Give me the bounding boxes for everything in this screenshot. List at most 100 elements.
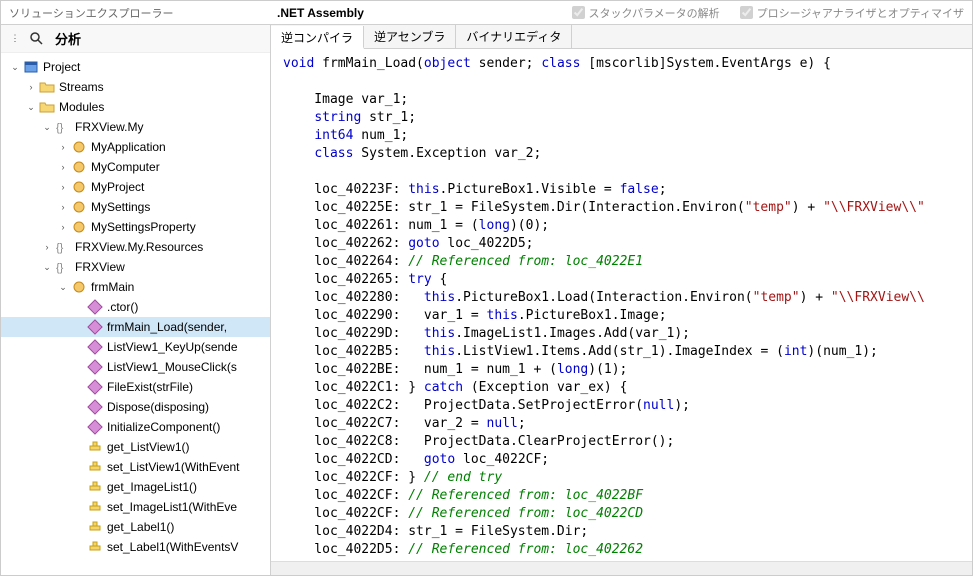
tree-node-label: MyProject — [91, 180, 270, 194]
tree-node-label: Dispose(disposing) — [107, 400, 270, 414]
assembly-title: .NET Assembly — [277, 6, 564, 20]
tree-node--ctor-[interactable]: ·.ctor() — [1, 297, 270, 317]
tree-node-mycomputer[interactable]: › MyComputer — [1, 157, 270, 177]
tree-node-label: ListView1_KeyUp(sende — [107, 340, 270, 354]
tree-node-get-imagelist1-[interactable]: ·get_ImageList1() — [1, 477, 270, 497]
prop-icon — [87, 439, 103, 455]
tree-node-frxview-my[interactable]: ⌄{} FRXView.My — [1, 117, 270, 137]
code-area[interactable]: void frmMain_Load(object sender; class [… — [271, 49, 972, 561]
svg-text:{}: {} — [56, 262, 64, 274]
tree-node-initializecomponent-[interactable]: ·InitializeComponent() — [1, 417, 270, 437]
method-icon — [87, 399, 103, 415]
project-icon — [23, 59, 39, 75]
tree-node-label: Streams — [59, 80, 270, 94]
ns-icon: {} — [55, 119, 71, 135]
sidebar-header: ⋮ 分析 — [1, 25, 270, 53]
check-proc-analyzer[interactable]: プロシージャアナライザとオプティマイザ — [740, 5, 964, 21]
chevron-right-icon[interactable]: › — [25, 82, 37, 92]
svg-text:{}: {} — [56, 122, 64, 134]
tree-node-label: MyComputer — [91, 160, 270, 174]
chevron-down-icon[interactable]: ⌄ — [57, 282, 69, 293]
tree-node-label: MySettings — [91, 200, 270, 214]
tab-2[interactable]: バイナリエディタ — [456, 25, 572, 48]
tree-node-set-imagelist1-witheve[interactable]: ·set_ImageList1(WithEve — [1, 497, 270, 517]
tree-node-label: Modules — [59, 100, 270, 114]
panel-title: ソリューションエクスプローラー — [9, 5, 269, 21]
tree-node-set-listview1-withevent[interactable]: ·set_ListView1(WithEvent — [1, 457, 270, 477]
class-icon — [71, 199, 87, 215]
tree-node-myapplication[interactable]: › MyApplication — [1, 137, 270, 157]
tree-node-label: InitializeComponent() — [107, 420, 270, 434]
tree-node-fileexist-strfile-[interactable]: ·FileExist(strFile) — [1, 377, 270, 397]
chevron-right-icon[interactable]: › — [57, 182, 69, 192]
ns-icon: {} — [55, 239, 71, 255]
check-stack-params[interactable]: スタックパラメータの解析 — [572, 5, 720, 21]
tree-node-set-label1-witheventsv[interactable]: ·set_Label1(WithEventsV — [1, 537, 270, 557]
tree-node-get-label1-[interactable]: ·get_Label1() — [1, 517, 270, 537]
chevron-right-icon[interactable]: › — [41, 242, 53, 252]
tree-node-frxview[interactable]: ⌄{}FRXView — [1, 257, 270, 277]
svg-text:{}: {} — [56, 242, 64, 254]
method-icon — [87, 419, 103, 435]
tree-node-label: get_ListView1() — [107, 440, 270, 454]
tree-node-label: MySettingsProperty — [91, 220, 270, 234]
tree-node-project[interactable]: ⌄ Project — [1, 57, 270, 77]
analysis-icon — [29, 31, 45, 47]
class-icon — [71, 139, 87, 155]
main-panel: 逆コンパイラ逆アセンブラバイナリエディタ void frmMain_Load(o… — [271, 25, 972, 575]
tree-node-streams[interactable]: › Streams — [1, 77, 270, 97]
horizontal-scrollbar[interactable] — [271, 561, 972, 575]
method-icon — [87, 379, 103, 395]
tree-node-listview1-mouseclick-s[interactable]: ·ListView1_MouseClick(s — [1, 357, 270, 377]
prop-icon — [87, 499, 103, 515]
sidebar-title: 分析 — [55, 29, 81, 48]
chevron-down-icon[interactable]: ⌄ — [41, 262, 53, 273]
tab-1[interactable]: 逆アセンブラ — [364, 25, 456, 48]
tree-node-label: ListView1_MouseClick(s — [107, 360, 270, 374]
class-icon — [71, 279, 87, 295]
folder-icon — [39, 99, 55, 115]
chevron-down-icon[interactable]: ⌄ — [9, 62, 21, 73]
chevron-right-icon[interactable]: › — [57, 222, 69, 232]
chevron-down-icon[interactable]: ⌄ — [25, 102, 37, 113]
dropdown-icon[interactable]: ⋮ — [9, 33, 21, 44]
prop-icon — [87, 519, 103, 535]
prop-icon — [87, 479, 103, 495]
tree-node-label: set_ImageList1(WithEve — [107, 500, 270, 514]
tree-node-mysettingsproperty[interactable]: › MySettingsProperty — [1, 217, 270, 237]
tree-node-frmmain-load-sender-[interactable]: ·frmMain_Load(sender, — [1, 317, 270, 337]
tree-node-label: Project — [43, 60, 270, 74]
chevron-right-icon[interactable]: › — [57, 202, 69, 212]
class-icon — [71, 159, 87, 175]
solution-explorer: ⋮ 分析 ⌄Project›Streams⌄Modules⌄{}FRXView.… — [1, 25, 271, 575]
tree-node-label: set_ListView1(WithEvent — [107, 460, 270, 474]
tree-node-myproject[interactable]: › MyProject — [1, 177, 270, 197]
tree-node-mysettings[interactable]: › MySettings — [1, 197, 270, 217]
tree-node-frmmain[interactable]: ⌄frmMain — [1, 277, 270, 297]
tree-node-get-listview1-[interactable]: ·get_ListView1() — [1, 437, 270, 457]
tree-node-modules[interactable]: ⌄ Modules — [1, 97, 270, 117]
tree-view[interactable]: ⌄Project›Streams⌄Modules⌄{}FRXView.My›My… — [1, 53, 270, 575]
method-icon — [87, 319, 103, 335]
ns-icon: {} — [55, 259, 71, 275]
folder-icon — [39, 79, 55, 95]
tree-node-label: .ctor() — [107, 300, 270, 314]
tree-node-label: frmMain_Load(sender, — [107, 320, 270, 334]
tree-node-listview1-keyup-sende[interactable]: ·ListView1_KeyUp(sende — [1, 337, 270, 357]
tree-node-label: FRXView.My.Resources — [75, 240, 270, 254]
method-icon — [87, 359, 103, 375]
tree-node-label: MyApplication — [91, 140, 270, 154]
chevron-down-icon[interactable]: ⌄ — [41, 122, 53, 133]
tree-node-label: FileExist(strFile) — [107, 380, 270, 394]
prop-icon — [87, 459, 103, 475]
tree-node-dispose-disposing-[interactable]: ·Dispose(disposing) — [1, 397, 270, 417]
tree-node-label: get_Label1() — [107, 520, 270, 534]
tree-node-frxview-my-resources[interactable]: ›{} FRXView.My.Resources — [1, 237, 270, 257]
chevron-right-icon[interactable]: › — [57, 142, 69, 152]
tree-node-label: FRXView.My — [75, 120, 270, 134]
method-icon — [87, 339, 103, 355]
tree-node-label: get_ImageList1() — [107, 480, 270, 494]
chevron-right-icon[interactable]: › — [57, 162, 69, 172]
method-icon — [87, 299, 103, 315]
tab-0[interactable]: 逆コンパイラ — [271, 26, 364, 49]
